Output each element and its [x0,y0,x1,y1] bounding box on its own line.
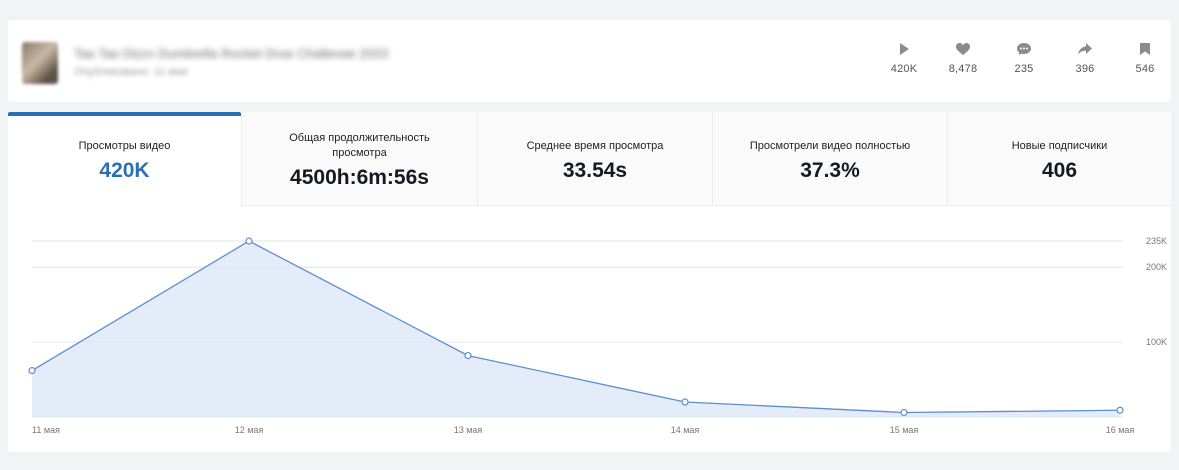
x-tick-label: 14 мая [671,425,700,435]
x-tick-label: 12 мая [235,425,264,435]
x-tick-label: 16 мая [1106,425,1135,435]
stat-likes-value: 8,478 [948,63,978,75]
analytics-card: Просмотры видео 420K Общая продолжительн… [8,112,1171,452]
x-tick-label: 13 мая [454,425,483,435]
video-title[interactable]: Tap Tap Dizzy Dumbrella Rocket Drop Chal… [74,46,424,58]
chart-data-point[interactable] [1116,406,1124,414]
stat-comments-value: 235 [1014,63,1034,75]
stat-views-value: 420K [890,63,918,75]
comment-icon [1017,43,1031,55]
views-line-chart: 11 мая 12 мая 13 мая 14 мая 15 мая 16 мая 100… [28,236,1167,435]
chart-data-point[interactable] [681,398,689,406]
video-header-card: Tap Tap Dizzy Dumbrella Rocket Drop Chal… [8,20,1171,102]
stat-shares-value: 396 [1075,63,1095,75]
stat-comments: 235 [994,42,1054,75]
y-tick-label: 100K [1146,337,1167,347]
chart-y-axis-labels: 100K 200K 235K [1146,236,1167,347]
stat-shares: 396 [1055,42,1115,75]
chart-x-axis-labels: 11 мая 12 мая 13 мая 14 мая 15 мая 16 мая [32,425,1134,435]
play-icon [900,43,909,55]
stat-saves-value: 546 [1135,63,1155,75]
heart-icon [956,43,970,55]
video-thumbnail[interactable] [22,42,58,84]
y-tick-label: 235K [1146,236,1167,246]
stat-saves: 546 [1115,42,1175,75]
x-tick-label: 11 мая [32,425,60,435]
video-date: Опубликовано: 11 мая [74,66,188,78]
y-tick-label: 200K [1146,262,1167,272]
chart-data-point[interactable] [28,366,36,375]
chart-data-point[interactable] [464,351,472,360]
stat-views: 420K [874,42,934,75]
chart-data-point[interactable] [245,237,253,245]
x-tick-label: 15 мая [890,425,919,435]
chart-data-point[interactable] [900,408,908,417]
bookmark-icon [1140,43,1150,55]
stat-likes: 8,478 [933,42,993,75]
share-icon [1078,43,1092,55]
